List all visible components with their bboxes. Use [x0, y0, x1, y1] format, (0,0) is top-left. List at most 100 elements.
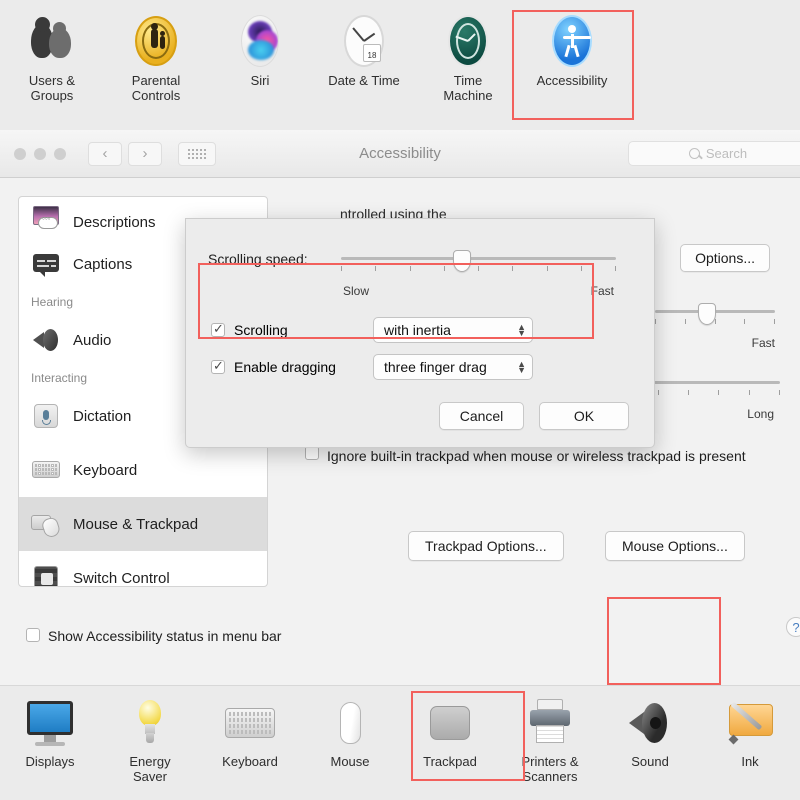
traffic-lights[interactable]: [14, 147, 66, 160]
bottom-preferences-row: Displays Energy Saver Keyboard Mouse Tra…: [0, 685, 800, 800]
descriptions-icon: [31, 205, 61, 231]
scrolling-select-value: with inertia: [384, 322, 451, 338]
enable-dragging-select[interactable]: three finger drag ▲ ▼: [373, 354, 533, 380]
slider-label-right: Long: [747, 407, 774, 421]
mouse-icon: [324, 698, 376, 750]
pref-tile-energy-saver[interactable]: Energy Saver: [100, 698, 200, 784]
show-accessibility-status-label: Show Accessibility status in menu bar: [48, 628, 282, 644]
parental-controls-icon: [129, 14, 183, 68]
back-button[interactable]: ‹: [88, 141, 122, 166]
window-bottom-bar: Show Accessibility status in menu bar ?: [0, 595, 800, 685]
pref-tile-trackpad[interactable]: Trackpad: [400, 698, 500, 769]
pref-label: Keyboard: [222, 754, 278, 769]
users-groups-icon: [25, 14, 79, 68]
sheet-ok-button[interactable]: OK: [539, 402, 629, 430]
ink-icon: [724, 698, 776, 750]
energy-saver-icon: [124, 698, 176, 750]
show-all-grid-button[interactable]: [178, 141, 216, 166]
pref-label: Accessibility: [536, 73, 608, 88]
switch-control-icon: [31, 565, 61, 586]
pref-label: Mouse: [330, 754, 370, 769]
pref-tile-displays[interactable]: Displays: [0, 698, 100, 769]
mouse-options-button[interactable]: Mouse Options...: [605, 531, 745, 561]
trackpad-options-button[interactable]: Trackpad Options...: [408, 531, 564, 561]
pref-tile-accessibility[interactable]: Accessibility: [520, 14, 624, 88]
search-input[interactable]: Search: [628, 141, 800, 166]
chevron-updown-icon: ▲ ▼: [517, 359, 526, 375]
sidebar-item-label: Captions: [73, 255, 133, 273]
sidebar-item-switch-control[interactable]: Switch Control: [19, 551, 267, 587]
pref-tile-printers-scanners[interactable]: Printers & Scanners: [500, 698, 600, 784]
trackpad-icon: [424, 698, 476, 750]
ignore-trackpad-label: Ignore built-in trackpad when mouse or w…: [327, 448, 746, 464]
scrolling-checkbox[interactable]: [211, 321, 225, 337]
enable-dragging-label: Enable dragging: [234, 359, 336, 375]
dictation-icon: [31, 403, 61, 429]
keyboard-icon: [224, 698, 276, 750]
audio-icon: [31, 327, 61, 353]
options-button[interactable]: Options...: [680, 244, 770, 272]
nav-buttons: ‹ ›: [88, 141, 162, 166]
displays-icon: [24, 698, 76, 750]
pref-label: Sound: [631, 754, 669, 769]
pref-label: Trackpad: [423, 754, 477, 769]
sidebar-item-label: Audio: [73, 331, 112, 349]
ignore-trackpad-checkbox[interactable]: [305, 446, 319, 460]
forward-button[interactable]: ›: [128, 141, 162, 166]
trackpad-options-sheet: Scrolling speed: Slow Fast ✓ Scrolling w…: [185, 218, 655, 448]
minimize-button[interactable]: [34, 147, 46, 160]
sidebar-item-keyboard[interactable]: Keyboard: [19, 443, 267, 497]
date-time-icon: 18: [337, 14, 391, 68]
ignore-trackpad-row[interactable]: Ignore built-in trackpad when mouse or w…: [305, 446, 775, 467]
pref-tile-date-time[interactable]: 18 Date & Time: [312, 14, 416, 88]
calendar-day: 18: [367, 51, 377, 60]
help-button[interactable]: ?: [786, 617, 800, 637]
show-status-row[interactable]: Show Accessibility status in menu bar: [26, 628, 281, 644]
scrolling-label: Scrolling: [234, 322, 288, 338]
enable-dragging-checkbox[interactable]: [211, 358, 225, 374]
zoom-button[interactable]: [54, 147, 66, 160]
scrolling-row: Scrolling with inertia ▲▼: [211, 317, 533, 343]
pref-tile-keyboard[interactable]: Keyboard: [200, 698, 300, 769]
captions-icon: [31, 251, 61, 277]
pref-label: Ink: [741, 754, 759, 769]
sidebar-item-label: Switch Control: [73, 569, 170, 587]
pref-label: Energy Saver: [129, 754, 171, 784]
chevron-updown-icon: ▲ ▼: [517, 322, 526, 338]
sound-icon: [624, 698, 676, 750]
time-machine-icon: [441, 14, 495, 68]
window-titlebar: ‹ › Accessibility Search: [0, 130, 800, 178]
slider-label-right: Fast: [751, 336, 775, 350]
sidebar-item-label: Keyboard: [73, 461, 138, 479]
pref-label: Date & Time: [328, 73, 400, 88]
show-accessibility-status-checkbox[interactable]: [26, 628, 40, 642]
accessibility-icon: [545, 14, 599, 68]
mouse-trackpad-icon: [31, 511, 62, 540]
pref-tile-siri[interactable]: Siri: [208, 14, 312, 88]
slider-track: [341, 257, 616, 260]
enable-dragging-select-value: three finger drag: [384, 359, 487, 375]
pref-label: Users & Groups: [28, 73, 76, 103]
keyboard-icon: [31, 457, 61, 483]
screen-root: Users & Groups Parental Controls Siri 18…: [0, 0, 800, 800]
scrolling-select[interactable]: with inertia ▲ ▼: [373, 317, 533, 343]
scrolling-speed-label: Scrolling speed:: [208, 251, 308, 267]
pref-tile-ink[interactable]: Ink: [700, 698, 800, 769]
grid-icon: [188, 148, 206, 159]
pref-tile-parental-controls[interactable]: Parental Controls: [104, 14, 208, 103]
pref-tile-time-machine[interactable]: Time Machine: [416, 14, 520, 103]
sidebar-item-label: Dictation: [73, 407, 132, 425]
pref-label: Siri: [250, 73, 270, 88]
pref-tile-sound[interactable]: Sound: [600, 698, 700, 769]
search-icon: [688, 148, 700, 159]
pref-tile-users-groups[interactable]: Users & Groups: [0, 14, 104, 103]
pref-tile-mouse[interactable]: Mouse: [300, 698, 400, 769]
double-click-speed-slider[interactable]: Fast: [655, 303, 775, 350]
close-button[interactable]: [14, 147, 26, 160]
pref-label: Displays: [25, 754, 75, 769]
sidebar-item-mouse-trackpad[interactable]: Mouse & Trackpad: [19, 497, 267, 551]
sidebar-item-label: Mouse & Trackpad: [73, 515, 199, 533]
sidebar-item-label: Descriptions: [73, 214, 156, 231]
sheet-cancel-button[interactable]: Cancel: [439, 402, 524, 430]
scrolling-speed-slider[interactable]: Slow Fast: [341, 250, 616, 298]
